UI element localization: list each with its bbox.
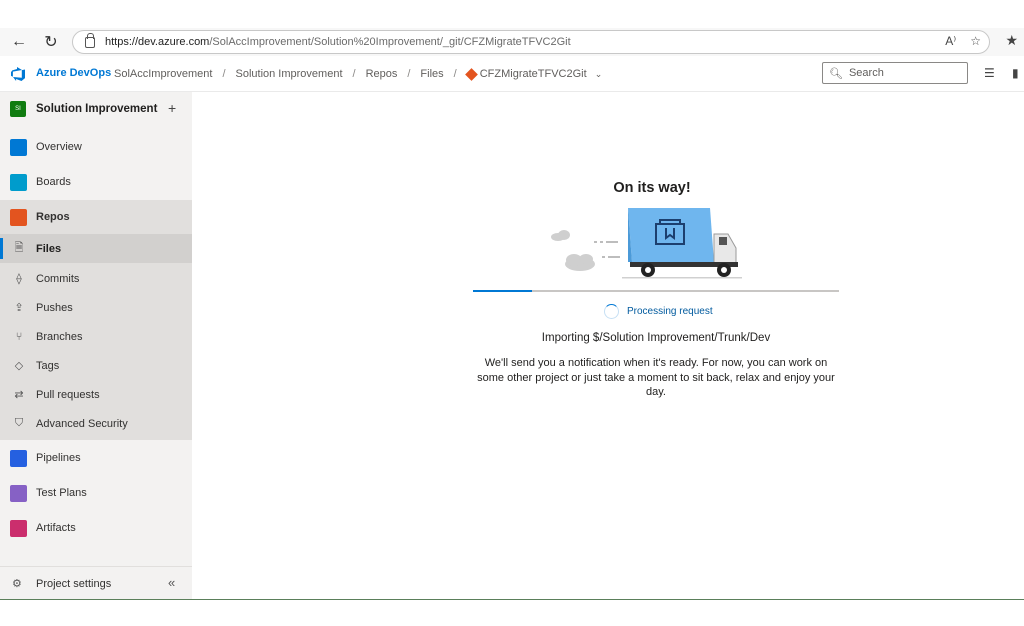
breadcrumb-separator: / (453, 68, 457, 80)
breadcrumb-separator: / (352, 68, 356, 80)
sidebar-item-pull-requests[interactable]: ⇄ Pull requests (0, 380, 192, 409)
sidebar-item-label: Artifacts (36, 522, 76, 534)
sidebar-item-label: Files (36, 242, 62, 255)
brand-link[interactable]: Azure DevOps (36, 67, 111, 79)
reload-icon[interactable]: ↻ (40, 31, 62, 53)
sidebar-item-boards[interactable]: Boards (0, 165, 192, 199)
test-plans-icon (10, 484, 27, 502)
url-host: https://dev.azure.com (105, 36, 210, 48)
processing-text: Processing request (627, 306, 713, 317)
sidebar-item-label: Overview (36, 141, 82, 153)
project-settings-label: Project settings (36, 578, 112, 590)
artifacts-icon (10, 519, 27, 537)
repo-selector[interactable]: CFZMigrateTFVC2Git ⌄ (464, 67, 603, 81)
progress-bar (473, 290, 839, 292)
sidebar: SI Solution Improvement + Overview Board… (0, 92, 192, 600)
url-path: /SolAccImprovement/Solution%20Improvemen… (209, 36, 571, 48)
lock-icon (85, 32, 95, 48)
sidebar-item-label: Boards (36, 176, 71, 188)
repo-name: CFZMigrateTFVC2Git (479, 68, 587, 80)
tags-icon: ◇ (14, 360, 24, 372)
sidebar-item-test-plans[interactable]: Test Plans (0, 476, 192, 510)
boards-icon (10, 173, 27, 191)
pushes-icon: ⇪ (14, 302, 24, 314)
azure-devops-logo-icon[interactable] (10, 66, 26, 82)
project-settings[interactable]: ⚙ Project settings « (0, 566, 192, 600)
gear-icon: ⚙ (12, 578, 22, 590)
back-arrow-icon[interactable]: ← (8, 31, 30, 53)
breadcrumb-files[interactable]: Files (420, 68, 443, 80)
spinner-icon (604, 304, 619, 319)
sidebar-item-pushes[interactable]: ⇪ Pushes (0, 293, 192, 322)
breadcrumb-repos[interactable]: Repos (366, 68, 398, 80)
app-header: Azure DevOps SolAccImprovement / Solutio… (0, 56, 1024, 92)
project-avatar: SI (10, 101, 26, 117)
bottom-margin (0, 600, 1024, 626)
search-input[interactable] (848, 67, 959, 79)
cloud-icon (551, 230, 595, 271)
address-bar[interactable]: https://dev.azure.com/SolAccImprovement/… (72, 30, 990, 54)
sidebar-item-overview[interactable]: Overview (0, 130, 192, 164)
repos-icon (10, 208, 27, 226)
project-header[interactable]: SI Solution Improvement + (0, 92, 192, 128)
breadcrumb-org[interactable]: SolAccImprovement (114, 68, 212, 80)
repos-section: Repos 🗎 Files ⟠ Commits ⇪ Pushes ⑂ Branc… (0, 200, 192, 440)
collapse-sidebar-icon[interactable]: « (168, 575, 175, 590)
favorites-icon[interactable]: ★ (1005, 32, 1018, 49)
sidebar-item-files[interactable]: 🗎 Files (0, 234, 192, 263)
files-icon: 🗎 (14, 242, 24, 254)
read-aloud-icon[interactable]: A⁾ (945, 34, 956, 48)
sidebar-item-repos[interactable]: Repos (0, 200, 192, 234)
search-box[interactable]: 🔍︎ (822, 62, 968, 84)
breadcrumb-project[interactable]: Solution Improvement (236, 68, 343, 80)
sidebar-item-tags[interactable]: ◇ Tags (0, 351, 192, 380)
delivery-truck-illustration (551, 208, 742, 279)
speed-lines (594, 241, 620, 258)
pipelines-icon (10, 449, 27, 467)
sidebar-item-branches[interactable]: ⑂ Branches (0, 322, 192, 351)
notification-message: We'll send you a notification when it's … (477, 357, 835, 398)
sidebar-item-label: Pipelines (36, 452, 81, 464)
sidebar-item-label: Pull requests (36, 388, 100, 401)
project-name: Solution Improvement (36, 103, 158, 115)
sidebar-item-pipelines[interactable]: Pipelines (0, 441, 192, 475)
top-margin (0, 0, 1024, 28)
sidebar-item-label: Commits (36, 272, 80, 285)
star-icon[interactable]: ☆ (970, 34, 981, 48)
browser-toolbar: ← ↻ https://dev.azure.com/SolAccImprovem… (0, 28, 1024, 56)
progress-fill (473, 290, 532, 292)
chevron-down-icon: ⌄ (594, 68, 603, 79)
sidebar-item-label: Branches (36, 330, 83, 343)
processing-status: Processing request (604, 304, 713, 319)
git-repo-icon (464, 67, 478, 81)
breadcrumb-separator: / (222, 68, 226, 80)
branches-icon: ⑂ (15, 330, 23, 343)
import-path-text: Importing $/Solution Improvement/Trunk/D… (541, 332, 771, 344)
marketplace-bag-icon[interactable]: ▮ (1012, 66, 1019, 80)
overview-icon (10, 138, 27, 156)
sidebar-item-commits[interactable]: ⟠ Commits (0, 264, 192, 293)
pull-requests-icon: ⇄ (14, 389, 24, 401)
breadcrumb-separator: / (407, 68, 411, 80)
sidebar-item-label: Advanced Security (36, 417, 128, 430)
plus-icon[interactable]: + (168, 100, 176, 116)
sidebar-item-label: Pushes (36, 301, 73, 314)
commits-icon: ⟠ (16, 273, 22, 285)
page-title: On its way! (613, 180, 691, 196)
search-icon: 🔍︎ (829, 67, 843, 80)
sidebar-item-advanced-security[interactable]: ⛉ Advanced Security (0, 409, 192, 438)
sidebar-item-artifacts[interactable]: Artifacts (0, 511, 192, 545)
sidebar-item-label: Repos (36, 211, 70, 223)
task-list-icon[interactable]: ☰ (984, 66, 995, 80)
main-content: On its way! Processing request Importing… (192, 92, 1024, 600)
shield-icon: ⛉ (14, 417, 24, 429)
sidebar-item-label: Test Plans (36, 487, 87, 499)
sidebar-item-label: Tags (36, 359, 60, 372)
breadcrumb: SolAccImprovement / Solution Improvement… (114, 67, 603, 81)
